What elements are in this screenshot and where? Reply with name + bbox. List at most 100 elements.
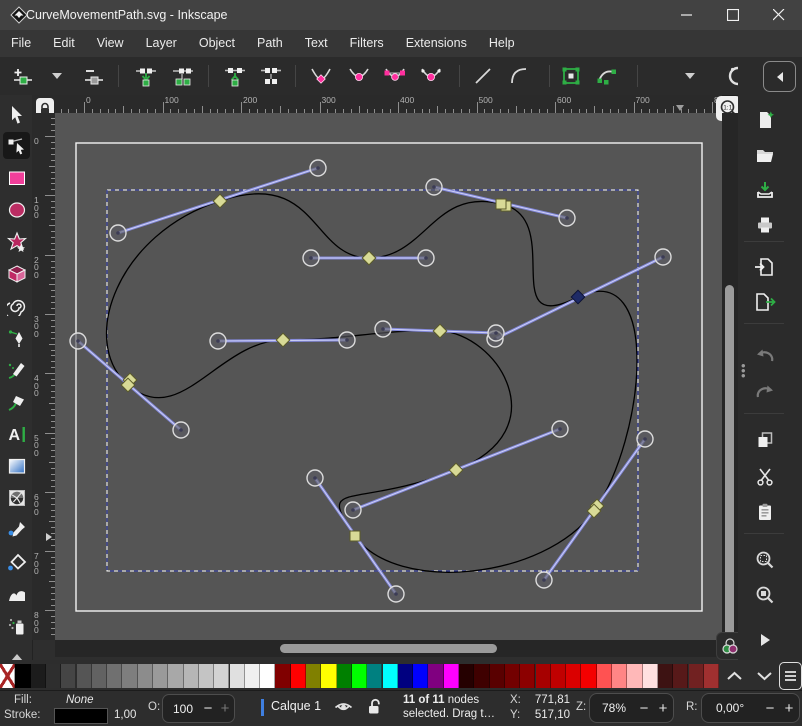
join-nodes-segment-button[interactable] (170, 63, 196, 89)
menu-item-layer[interactable]: Layer (135, 30, 188, 57)
menu-item-view[interactable]: View (86, 30, 135, 57)
dropper-tool-button[interactable] (3, 516, 30, 543)
palette-swatch[interactable] (153, 664, 168, 688)
palette-swatch[interactable] (275, 664, 290, 688)
expand-panel-button[interactable] (752, 627, 778, 653)
palette-swatch[interactable] (444, 664, 459, 688)
rectangle-tool-button[interactable] (3, 164, 30, 191)
stroke-width-value[interactable]: 1,00 (114, 709, 136, 721)
paste-button[interactable] (752, 499, 778, 525)
palette-swatch[interactable] (597, 664, 612, 688)
vertical-scrollbar[interactable] (722, 113, 738, 640)
make-curve-button[interactable] (506, 63, 532, 89)
palette-swatch[interactable] (122, 664, 137, 688)
palette-swatch[interactable] (413, 664, 428, 688)
join-nodes-button[interactable] (133, 63, 159, 89)
palette-swatch[interactable] (199, 664, 214, 688)
rotation-decrease-button[interactable]: − (761, 700, 779, 717)
palette-swatch[interactable] (291, 664, 306, 688)
palette-swatch[interactable] (566, 664, 581, 688)
zoom-increase-button[interactable]: + (653, 700, 673, 717)
opacity-decrease-button[interactable]: − (200, 700, 216, 717)
show-transform-handles-button[interactable] (724, 63, 750, 89)
close-button[interactable] (756, 0, 802, 30)
cut-button[interactable] (752, 464, 778, 490)
export-button[interactable] (752, 289, 778, 315)
delete-segment-button[interactable] (258, 63, 284, 89)
palette-swatch[interactable] (428, 664, 443, 688)
symmetric-node-button[interactable] (382, 63, 408, 89)
palette-swatch[interactable] (383, 664, 398, 688)
menu-item-object[interactable]: Object (188, 30, 246, 57)
menu-item-file[interactable]: File (0, 30, 42, 57)
path-node-square[interactable] (350, 531, 360, 541)
pencil-tool-button[interactable] (3, 356, 30, 383)
palette-swatch[interactable] (658, 664, 673, 688)
palette-swatch[interactable] (689, 664, 704, 688)
palette-swatch[interactable] (15, 664, 30, 688)
rotation-value[interactable]: 0,00° (716, 701, 761, 715)
rotation-spinbox[interactable]: 0,00° − + (701, 693, 800, 723)
new-document-button[interactable] (752, 107, 778, 133)
canvas-viewport[interactable] (55, 113, 722, 640)
palette-swatch[interactable] (367, 664, 382, 688)
minimize-button[interactable] (664, 0, 710, 30)
palette-swatch[interactable] (505, 664, 520, 688)
insert-node-dropdown-button[interactable] (44, 63, 70, 89)
spiral-tool-button[interactable] (3, 292, 30, 319)
zoom-to-drawing-button[interactable] (752, 582, 778, 608)
zoom-spinbox[interactable]: 78% − + (589, 693, 674, 723)
pen-tool-button[interactable] (3, 324, 30, 351)
menu-item-edit[interactable]: Edit (42, 30, 86, 57)
palette-swatch[interactable] (46, 664, 61, 688)
opacity-increase-button[interactable]: + (216, 700, 234, 717)
path-node-square[interactable] (496, 199, 506, 209)
palette-scroll-down-button[interactable] (752, 665, 776, 687)
tweak-tool-button[interactable] (3, 580, 30, 607)
collapse-toolbar-button[interactable] (763, 61, 796, 92)
menu-item-filters[interactable]: Filters (339, 30, 395, 57)
palette-swatch[interactable] (138, 664, 153, 688)
open-document-button[interactable] (752, 142, 778, 168)
palette-swatch[interactable] (352, 664, 367, 688)
horizontal-ruler[interactable]: 0100200300400500600700800 (55, 95, 722, 113)
smooth-node-button[interactable] (346, 63, 372, 89)
palette-swatch[interactable] (704, 664, 719, 688)
palette-configuration-button[interactable] (779, 662, 802, 690)
horizontal-scrollbar-thumb[interactable] (280, 644, 497, 653)
palette-swatch[interactable] (77, 664, 92, 688)
opacity-value[interactable]: 100 (173, 702, 200, 716)
palette-swatch[interactable] (306, 664, 321, 688)
copy-button[interactable] (752, 427, 778, 453)
palette-swatch[interactable] (643, 664, 658, 688)
fill-value[interactable]: None (66, 694, 94, 706)
corner-node-button[interactable] (309, 63, 335, 89)
insert-node-button[interactable] (10, 63, 36, 89)
break-nodes-button[interactable] (222, 63, 248, 89)
toolbar-overflow-dropdown-button[interactable] (677, 63, 703, 89)
palette-swatch[interactable] (612, 664, 627, 688)
palette-swatch[interactable] (168, 664, 183, 688)
layer-name[interactable]: Calque 1 (271, 699, 321, 713)
paint-bucket-tool-button[interactable] (3, 548, 30, 575)
zoom-to-selection-button[interactable] (752, 547, 778, 573)
vertical-scrollbar-thumb[interactable] (725, 285, 734, 637)
undo-button[interactable] (752, 343, 778, 369)
print-button[interactable] (752, 212, 778, 238)
object-to-path-button[interactable] (558, 63, 584, 89)
menu-item-extensions[interactable]: Extensions (395, 30, 478, 57)
palette-swatch[interactable] (520, 664, 535, 688)
palette-swatch[interactable] (581, 664, 596, 688)
palette-swatch[interactable] (627, 664, 642, 688)
mesh-gradient-tool-button[interactable] (3, 484, 30, 511)
palette-swatch[interactable] (321, 664, 336, 688)
palette-swatch[interactable] (337, 664, 352, 688)
palette-swatch[interactable] (536, 664, 551, 688)
spray-tool-button[interactable] (3, 612, 30, 639)
palette-scroll-up-button[interactable] (722, 665, 746, 687)
palette-swatch[interactable] (551, 664, 566, 688)
stroke-color-swatch[interactable] (54, 708, 108, 724)
menu-item-path[interactable]: Path (246, 30, 294, 57)
box3d-tool-button[interactable] (3, 260, 30, 287)
palette-swatch-none[interactable] (0, 664, 15, 688)
